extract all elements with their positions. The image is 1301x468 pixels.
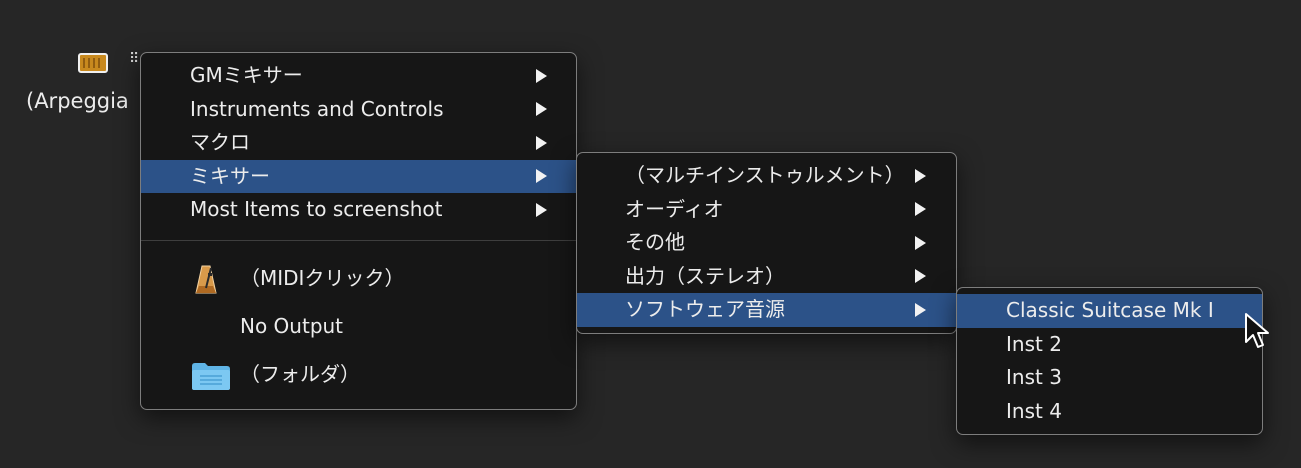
mouse-pointer-icon — [1245, 313, 1269, 348]
menu-item-label: 出力（ステレオ） — [625, 263, 785, 288]
submenu-arrow-icon — [536, 135, 547, 150]
menu-item-most-items[interactable]: Most Items to screenshot — [141, 193, 576, 227]
menu-separator — [141, 239, 576, 241]
desktop-background: ⠿ (Arpeggia GMミキサー Instruments and Contr… — [0, 0, 1301, 468]
menu-item-software-instrument[interactable]: ソフトウェア音源 — [577, 293, 956, 327]
folder-icon — [192, 362, 230, 390]
menu-item-label: Inst 3 — [1006, 365, 1062, 389]
metronome-icon — [195, 265, 217, 293]
menu-item-inst-2[interactable]: Inst 2 — [957, 328, 1262, 362]
menu-item-label: （マルチインストゥルメント） — [625, 163, 905, 187]
software-instrument-submenu: Classic Suitcase Mk I Inst 2 Inst 3 Inst… — [956, 287, 1263, 435]
submenu-arrow-icon — [536, 169, 547, 184]
menu-item-label: Most Items to screenshot — [190, 197, 443, 221]
menu-item-label: （MIDIクリック） — [240, 265, 405, 290]
menu-item-output-stereo[interactable]: 出力（ステレオ） — [577, 260, 956, 294]
submenu-arrow-icon — [915, 269, 926, 284]
menu-item-midi-click[interactable]: （MIDIクリック） — [141, 253, 576, 303]
context-menu: GMミキサー Instruments and Controls マクロ ミキサー… — [140, 52, 577, 410]
submenu-arrow-icon — [915, 168, 926, 183]
menu-item-label: Instruments and Controls — [190, 96, 444, 121]
submenu-arrow-icon — [536, 102, 547, 117]
menu-item-label: Classic Suitcase Mk I — [1006, 298, 1214, 322]
menu-item-multi-instrument[interactable]: （マルチインストゥルメント） — [577, 159, 956, 193]
keyboard-instrument-icon — [78, 53, 108, 73]
submenu-arrow-icon — [915, 202, 926, 217]
menu-item-label: Inst 4 — [1006, 398, 1062, 423]
menu-item-macro[interactable]: マクロ — [141, 126, 576, 160]
submenu-arrow-icon — [536, 202, 547, 217]
menu-item-no-output[interactable]: No Output — [141, 303, 576, 349]
menu-item-label: Inst 2 — [1006, 331, 1062, 356]
submenu-arrow-icon — [536, 68, 547, 83]
menu-item-gm-mixer[interactable]: GMミキサー — [141, 59, 576, 93]
menu-item-inst-3[interactable]: Inst 3 — [957, 361, 1262, 395]
menu-item-label: No Output — [240, 313, 344, 338]
mixer-submenu: （マルチインストゥルメント） オーディオ その他 出力（ステレオ） ソフトウェア… — [576, 152, 957, 334]
menu-item-label: オーディオ — [625, 196, 724, 221]
menu-item-other[interactable]: その他 — [577, 226, 956, 260]
submenu-arrow-icon — [915, 235, 926, 250]
track-name-label: (Arpeggia — [26, 89, 129, 113]
menu-item-mixer[interactable]: ミキサー — [141, 159, 576, 193]
menu-item-label: ミキサー — [190, 163, 270, 188]
menu-item-instruments-and-controls[interactable]: Instruments and Controls — [141, 93, 576, 127]
menu-item-label: ソフトウェア音源 — [625, 297, 785, 321]
submenu-arrow-icon — [915, 302, 926, 317]
menu-item-inst-4[interactable]: Inst 4 — [957, 395, 1262, 429]
menu-item-classic-suitcase[interactable]: Classic Suitcase Mk I — [957, 294, 1262, 328]
menu-item-audio[interactable]: オーディオ — [577, 193, 956, 227]
menu-item-label: （フォルダ） — [240, 361, 360, 386]
menu-item-label: マクロ — [190, 130, 250, 154]
menu-item-label: GMミキサー — [190, 63, 303, 87]
menu-item-label: その他 — [625, 230, 685, 254]
menu-item-folder[interactable]: （フォルダ） — [141, 349, 576, 399]
